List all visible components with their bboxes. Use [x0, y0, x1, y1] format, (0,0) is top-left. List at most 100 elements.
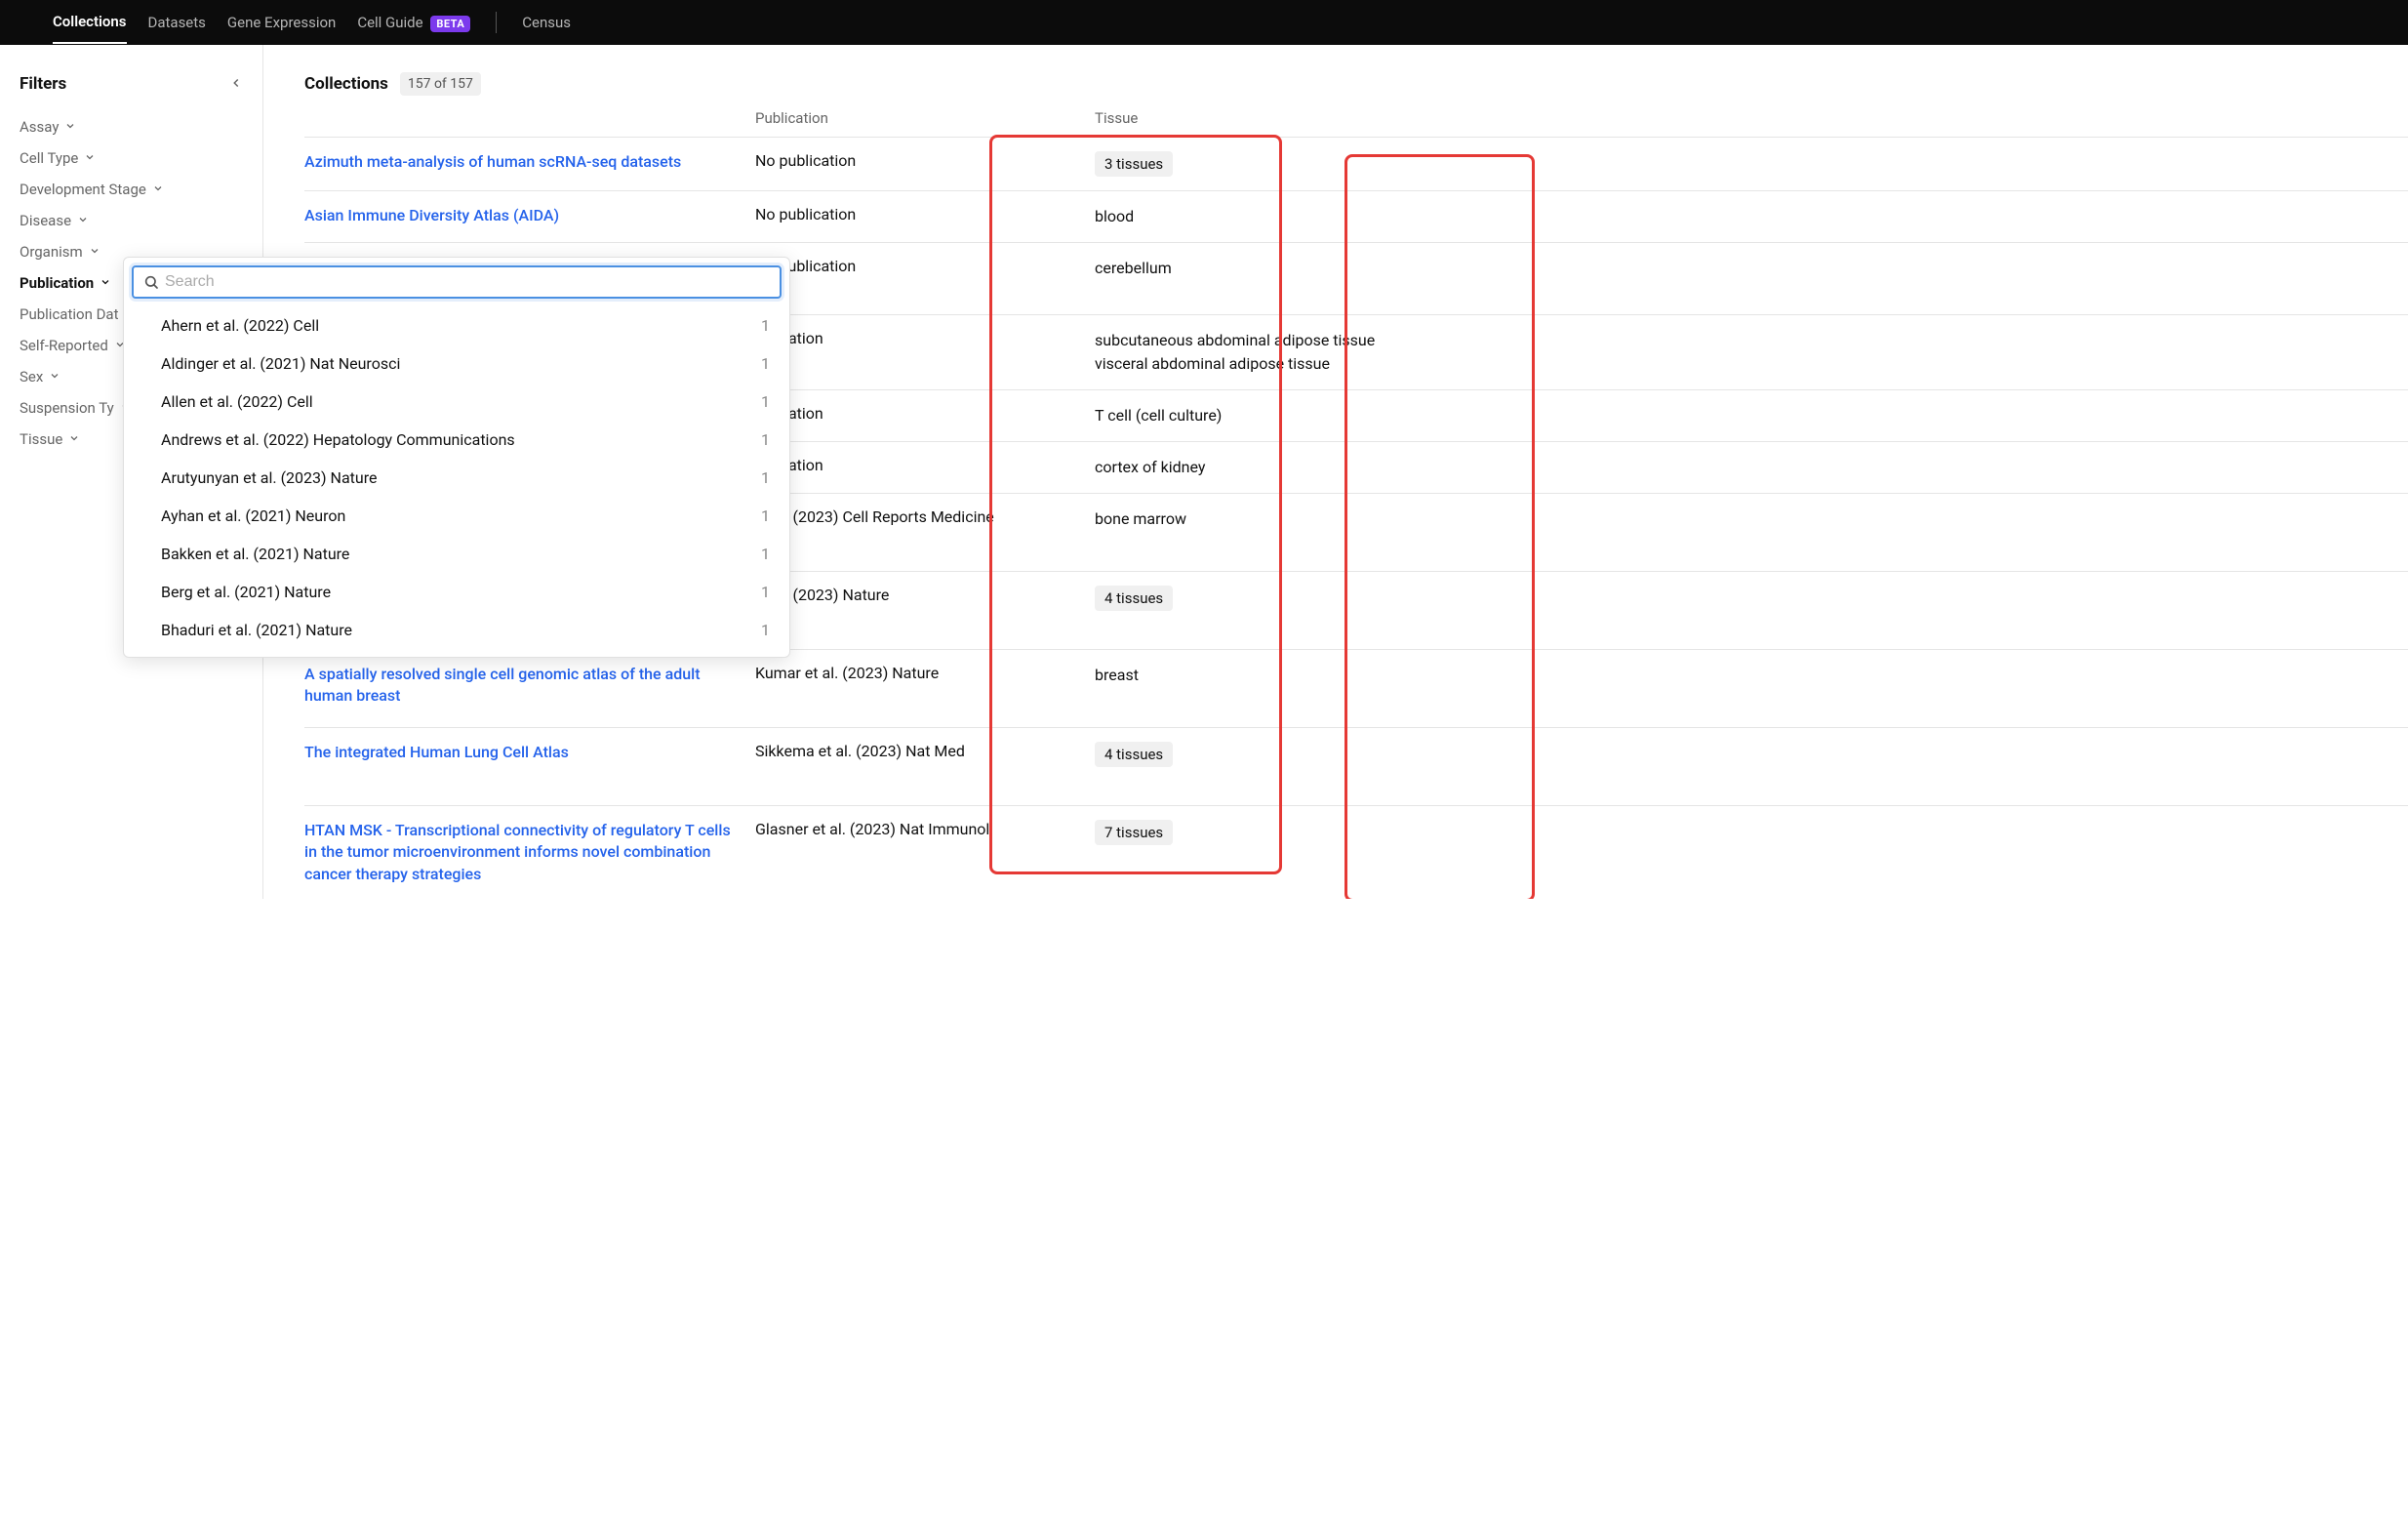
nav-cell-guide-label: Cell Guide: [357, 14, 422, 31]
filter-search-wrap[interactable]: [132, 265, 782, 299]
filter-option[interactable]: Bhaduri et al. (2021) Nature1: [132, 611, 782, 649]
tissue-text: subcutaneous abdominal adipose tissue: [1095, 329, 2408, 352]
tissue-text: breast: [1095, 666, 1139, 684]
tissue-text: visceral abdominal adipose tissue: [1095, 352, 2408, 376]
chevron-down-icon: [89, 243, 100, 261]
publication-text: No publication: [755, 205, 856, 223]
filter-option-list[interactable]: Ahern et al. (2022) Cell1Aldinger et al.…: [132, 306, 782, 649]
option-count: 1: [761, 545, 778, 563]
tissue-text: cerebellum: [1095, 259, 1172, 277]
option-count: 1: [761, 583, 778, 601]
filter-label: Publication Dat: [20, 305, 118, 323]
table-row: Azimuth meta-analysis of human scRNA-seq…: [304, 137, 2408, 190]
option-label: Bhaduri et al. (2021) Nature: [161, 621, 352, 639]
filter-label: Suspension Ty: [20, 399, 114, 417]
collections-count: 157 of 157: [400, 72, 481, 96]
filter-label: Publication: [20, 274, 94, 292]
top-nav: Collections Datasets Gene Expression Cel…: [0, 0, 2408, 45]
collection-link[interactable]: Azimuth meta-analysis of human scRNA-seq…: [304, 152, 681, 171]
nav-gene-expression[interactable]: Gene Expression: [227, 2, 336, 43]
publication-text: Sikkema et al. (2023) Nat Med: [755, 742, 965, 760]
filter-option[interactable]: Ayhan et al. (2021) Neuron 1: [132, 497, 782, 535]
filter-option[interactable]: Bakken et al. (2021) Nature 1: [132, 535, 782, 573]
tissue-chip[interactable]: 4 tissues: [1095, 742, 1173, 767]
tissue-text: blood: [1095, 207, 1134, 225]
filter-option[interactable]: Andrews et al. (2022) Hepatology Communi…: [132, 421, 782, 459]
filter-label: Tissue: [20, 430, 62, 448]
filter-option[interactable]: Allen et al. (2022) Cell 1: [132, 383, 782, 421]
option-label: Allen et al. (2022) Cell: [161, 392, 313, 411]
sidebar-header: Filters: [20, 74, 243, 94]
nav-collections[interactable]: Collections: [53, 1, 127, 44]
col-header-publication: Publication: [755, 109, 1095, 127]
filter-label: Development Stage: [20, 181, 146, 198]
nav-cell-guide[interactable]: Cell Guide BETA: [357, 2, 470, 43]
filters-title: Filters: [20, 74, 66, 94]
option-label: Ahern et al. (2022) Cell: [161, 316, 319, 335]
nav-census[interactable]: Census: [522, 2, 571, 43]
option-count: 1: [761, 430, 778, 449]
publication-filter-popover: Ahern et al. (2022) Cell1Aldinger et al.…: [123, 257, 790, 658]
option-label: Aldinger et al. (2021) Nat Neurosci: [161, 354, 400, 373]
filter-development-stage[interactable]: Development Stage: [20, 174, 243, 205]
filter-label: Cell Type: [20, 149, 78, 167]
search-icon: [143, 274, 159, 290]
col-header-tissue: Tissue: [1095, 109, 2408, 127]
option-count: 1: [761, 392, 778, 411]
publication-text: et al. (2023) Cell Reports Medicine: [755, 507, 994, 526]
filter-label: Organism: [20, 243, 83, 261]
beta-badge: BETA: [430, 16, 470, 32]
chevron-down-icon: [64, 118, 76, 136]
chevron-down-icon: [152, 181, 164, 198]
option-label: Berg et al. (2021) Nature: [161, 583, 331, 601]
option-count: 1: [761, 316, 778, 335]
filter-option[interactable]: Arutyunyan et al. (2023) Nature 1: [132, 459, 782, 497]
chevron-down-icon: [100, 274, 111, 292]
publication-text: No publication: [755, 151, 856, 170]
option-label: Ayhan et al. (2021) Neuron: [161, 507, 345, 525]
filter-option[interactable]: Ahern et al. (2022) Cell 1: [132, 306, 782, 344]
tissue-text: bone marrow: [1095, 509, 1186, 528]
collection-link[interactable]: HTAN MSK - Transcriptional connectivity …: [304, 821, 731, 883]
tissue-text: T cell (cell culture): [1095, 406, 1222, 425]
chevron-down-icon: [84, 149, 96, 167]
option-label: Andrews et al. (2022) Hepatology Communi…: [161, 430, 515, 449]
publication-text: Glasner et al. (2023) Nat Immunol: [755, 820, 989, 838]
table-row: A spatially resolved single cell genomic…: [304, 649, 2408, 727]
chevron-down-icon: [49, 368, 60, 385]
chevron-down-icon: [68, 430, 80, 448]
tissue-chip[interactable]: 7 tissues: [1095, 820, 1173, 845]
filter-label: Self-Reported: [20, 337, 108, 354]
filter-option[interactable]: Aldinger et al. (2021) Nat Neurosci 1: [132, 344, 782, 383]
filter-option[interactable]: Berg et al. (2021) Nature 1: [132, 573, 782, 611]
nav-datasets[interactable]: Datasets: [148, 2, 206, 43]
filter-disease[interactable]: Disease: [20, 205, 243, 236]
nav-divider: [496, 12, 497, 33]
filter-label: Sex: [20, 368, 43, 385]
tissue-chip[interactable]: 4 tissues: [1095, 586, 1173, 611]
publication-text: Kumar et al. (2023) Nature: [755, 664, 939, 682]
option-count: 1: [761, 354, 778, 373]
option-label: Bakken et al. (2021) Nature: [161, 545, 349, 563]
option-count: 1: [761, 507, 778, 525]
collection-link[interactable]: Asian Immune Diversity Atlas (AIDA): [304, 206, 559, 224]
tissue-text: cortex of kidney: [1095, 458, 1205, 476]
filter-label: Disease: [20, 212, 71, 229]
table-header: Collections Publication Tissue: [304, 109, 2408, 137]
collapse-sidebar-icon[interactable]: [229, 75, 243, 94]
option-count: 1: [761, 468, 778, 487]
collections-title: Collections: [304, 74, 388, 94]
filter-search-input[interactable]: [165, 273, 770, 291]
collection-link[interactable]: A spatially resolved single cell genomic…: [304, 665, 701, 705]
main-header: Collections 157 of 157: [304, 72, 2408, 96]
filter-cell-type[interactable]: Cell Type: [20, 142, 243, 174]
tissue-chip[interactable]: 3 tissues: [1095, 151, 1173, 177]
collection-link[interactable]: The integrated Human Lung Cell Atlas: [304, 743, 569, 761]
chevron-down-icon: [77, 212, 89, 229]
table-row: Asian Immune Diversity Atlas (AIDA) No pu…: [304, 190, 2408, 242]
table-row: HTAN MSK - Transcriptional connectivity …: [304, 805, 2408, 899]
table-row: The integrated Human Lung Cell Atlas Sikk…: [304, 727, 2408, 805]
filter-label: Assay: [20, 118, 59, 136]
option-label: Arutyunyan et al. (2023) Nature: [161, 468, 377, 487]
filter-assay[interactable]: Assay: [20, 111, 243, 142]
